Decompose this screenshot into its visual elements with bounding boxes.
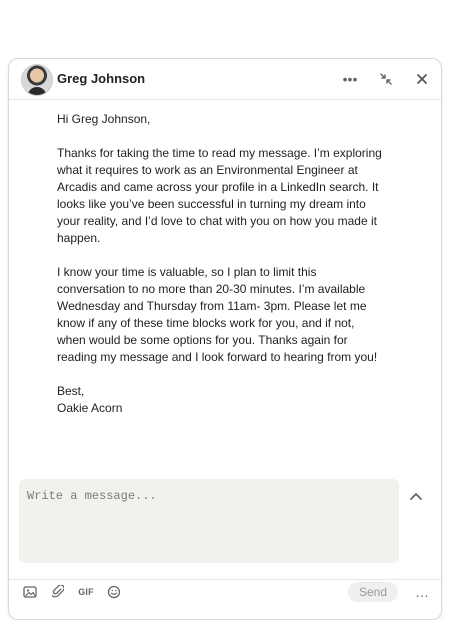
collapse-icon[interactable] <box>377 70 395 88</box>
send-button[interactable]: Send <box>348 582 398 602</box>
emoji-icon[interactable] <box>105 583 123 601</box>
gif-button[interactable]: GIF <box>77 583 95 601</box>
chevron-up-icon[interactable] <box>407 487 425 505</box>
message-toolbar: GIF Send … <box>9 579 441 606</box>
message-body: Hi Greg Johnson, Thanks for taking the t… <box>57 112 382 415</box>
message-header: Greg Johnson ••• <box>9 59 441 100</box>
image-icon[interactable] <box>21 583 39 601</box>
close-icon[interactable] <box>413 70 431 88</box>
avatar <box>21 64 53 96</box>
toolbar-left: GIF <box>21 583 123 601</box>
message-window: Greg Johnson ••• Hi Greg Johnson, Thanks… <box>8 58 442 620</box>
recipient-name: Greg Johnson <box>57 71 146 86</box>
paperclip-icon[interactable] <box>49 583 67 601</box>
message-input[interactable] <box>19 479 399 563</box>
more-options-icon[interactable]: ••• <box>341 70 359 88</box>
header-actions: ••• <box>341 67 431 91</box>
more-options-icon[interactable]: … <box>413 585 431 599</box>
